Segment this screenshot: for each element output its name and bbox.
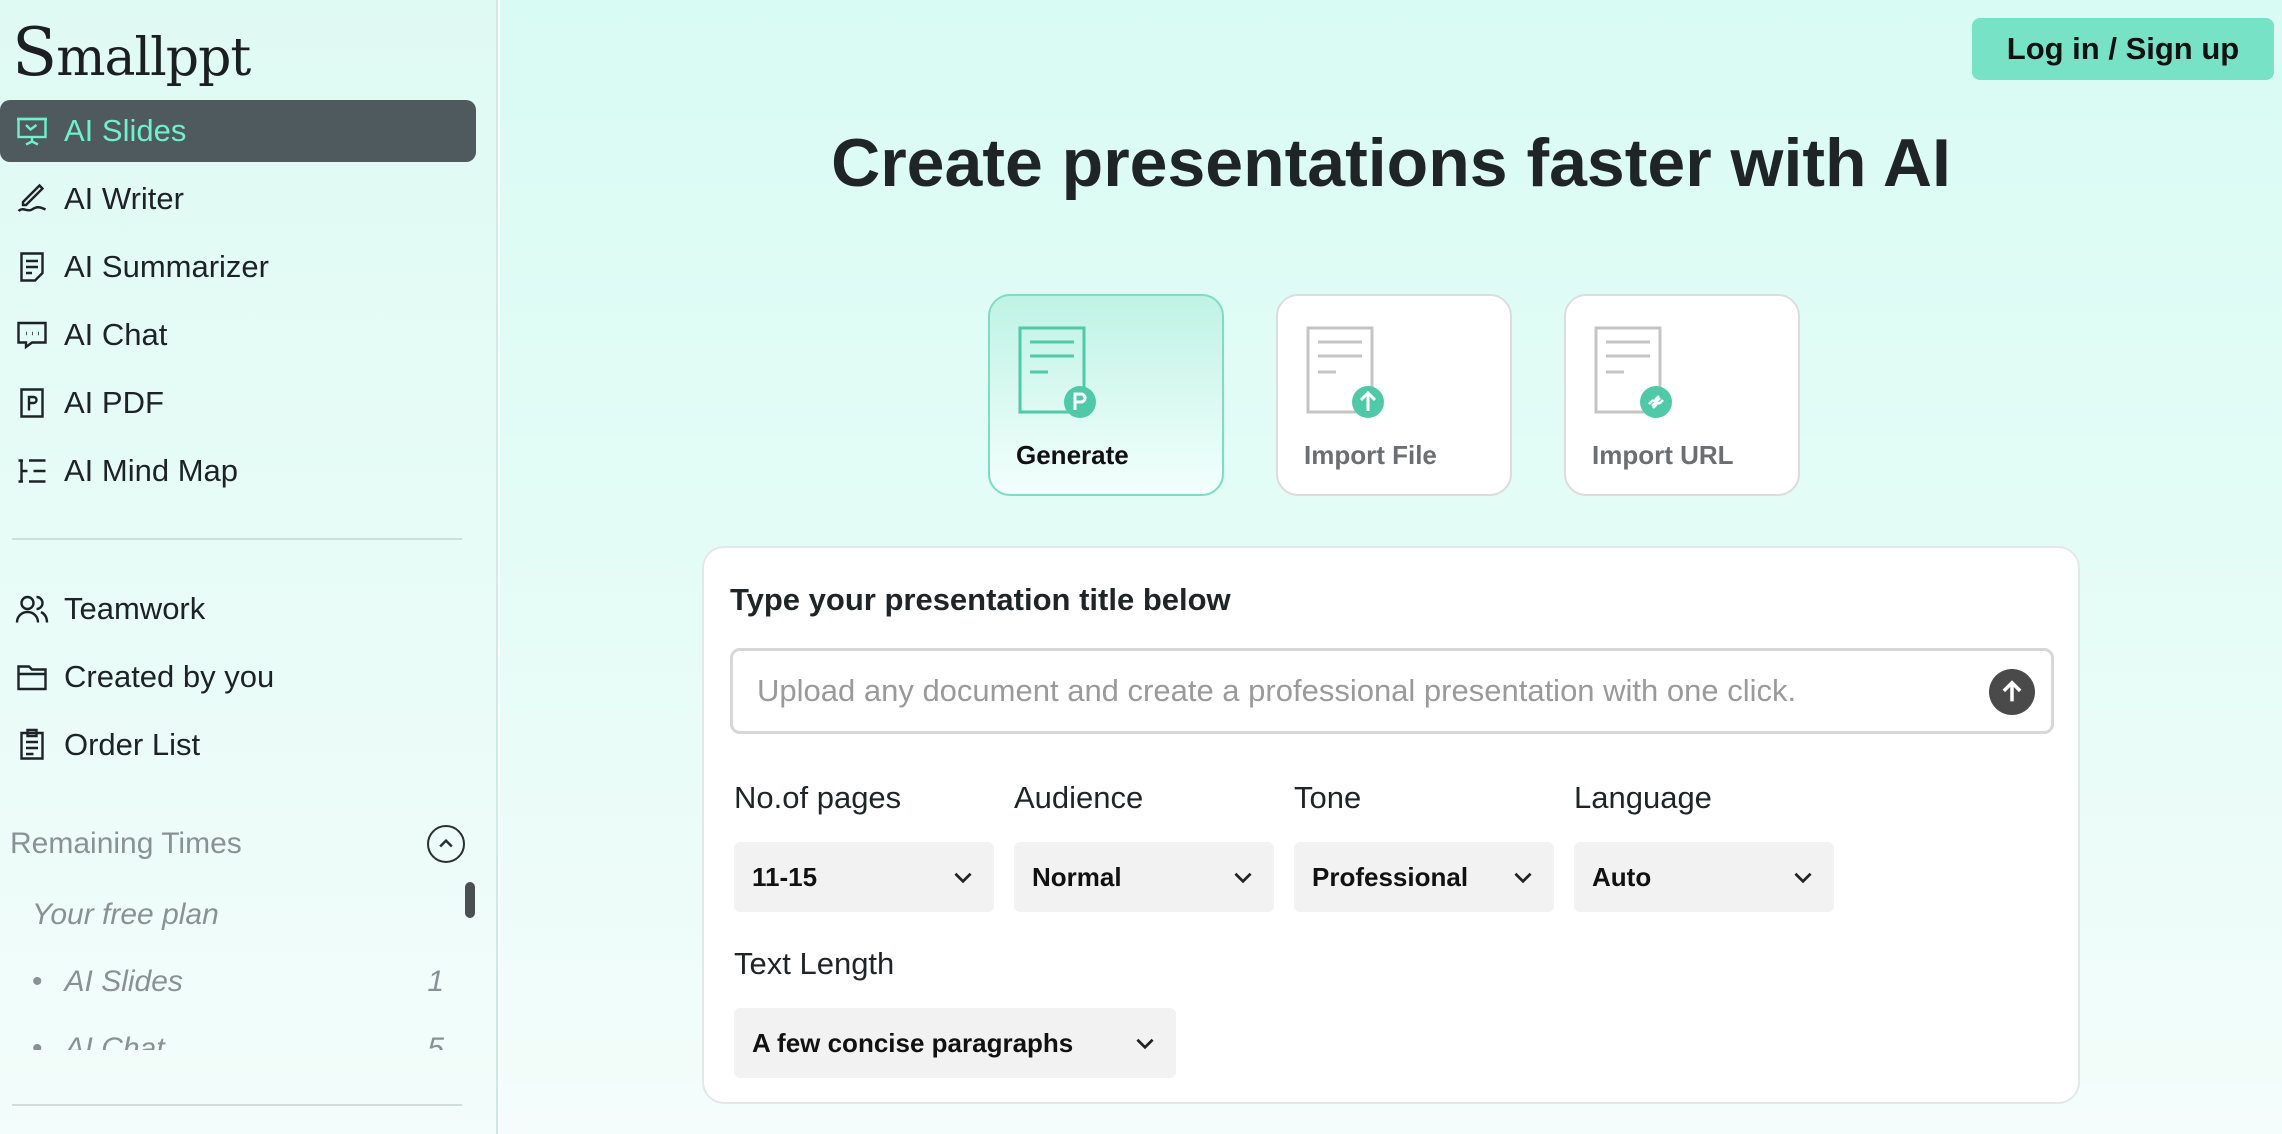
users-icon [15, 595, 49, 623]
clipboard-list-icon [20, 728, 44, 760]
chevron-down-icon [1234, 872, 1252, 884]
remaining-label: AI Chat [64, 1032, 165, 1050]
plan-title: Your free plan [32, 898, 219, 931]
sidebar-divider [12, 1104, 462, 1106]
mode-selector: Generate Import File Import URL [988, 294, 1800, 496]
mind-map-icon [18, 459, 46, 483]
chevron-down-icon [954, 872, 972, 884]
audience-select[interactable]: Normal [1014, 842, 1274, 912]
select-value: A few concise paragraphs [752, 1027, 1074, 1058]
arrow-up-icon [2002, 680, 2022, 702]
sidebar-scrollbar[interactable] [465, 882, 475, 918]
title-input[interactable] [757, 651, 1967, 731]
import-url-icon [1594, 326, 1672, 418]
select-value: Professional [1312, 861, 1469, 892]
remaining-count: 1 [427, 965, 444, 998]
tone-label: Tone [1294, 780, 1362, 815]
primary-nav: AI Slides AI Writer AI Summarizer AI Cha… [0, 100, 476, 508]
sidebar-item-label: AI PDF [64, 385, 164, 420]
pages-label: No.of pages [734, 780, 902, 815]
presentation-form: Type your presentation title below No.of… [702, 546, 2080, 1104]
mode-label: Import File [1304, 440, 1437, 470]
audience-label: Audience [1014, 780, 1144, 815]
submit-button[interactable] [1989, 669, 2035, 715]
mode-import-file[interactable]: Import File [1276, 294, 1512, 496]
page-title: Create presentations faster with AI [831, 125, 1951, 201]
sidebar-item-order-list[interactable]: Order List [0, 714, 476, 776]
sidebar-item-label: Order List [64, 727, 201, 762]
sidebar-item-label: AI Mind Map [64, 453, 239, 488]
mode-import-url[interactable]: Import URL [1564, 294, 1800, 496]
select-value: Normal [1032, 861, 1122, 892]
sidebar-item-label: AI Chat [64, 317, 168, 352]
pages-select[interactable]: 11-15 [734, 842, 994, 912]
sidebar-item-ai-slides[interactable]: AI Slides [0, 100, 476, 162]
sidebar-item-label: Created by you [64, 659, 275, 694]
language-select[interactable]: Auto [1574, 842, 1834, 912]
sidebar-item-ai-chat[interactable]: AI Chat [0, 304, 476, 366]
sidebar-item-label: AI Summarizer [64, 249, 269, 284]
mode-label: Import URL [1592, 440, 1734, 470]
secondary-nav: Teamwork Created by you Order List [0, 578, 476, 782]
sidebar-item-ai-pdf[interactable]: AI PDF [0, 372, 476, 434]
import-file-icon [1306, 326, 1384, 418]
form-heading: Type your presentation title below [730, 582, 1231, 617]
mode-label: Generate [1016, 440, 1129, 470]
sidebar-divider [12, 538, 462, 540]
tone-select[interactable]: Professional [1294, 842, 1554, 912]
remaining-count: 5 [427, 1032, 444, 1050]
main-area: Log in / Sign up Create presentations fa… [500, 0, 2282, 1134]
login-signup-button[interactable]: Log in / Sign up [1972, 18, 2274, 80]
sidebar-item-ai-writer[interactable]: AI Writer [0, 168, 476, 230]
sidebar-item-label: AI Writer [64, 181, 184, 216]
language-label: Language [1574, 780, 1712, 815]
remaining-label: AI Slides [64, 965, 183, 998]
chevron-down-icon [1794, 872, 1812, 884]
pen-writer-icon [17, 183, 47, 212]
chevron-down-icon [1514, 872, 1532, 884]
sidebar-item-created-by-you[interactable]: Created by you [0, 646, 476, 708]
mode-generate[interactable]: Generate [988, 294, 1224, 496]
chevron-up-icon[interactable] [427, 825, 465, 863]
chat-icon [17, 321, 47, 350]
remaining-times-list: Your free plan • AI Slides 1 • AI Chat 5 [0, 880, 476, 1050]
sidebar-item-ai-mind-map[interactable]: AI Mind Map [0, 440, 476, 502]
sidebar-item-teamwork[interactable]: Teamwork [0, 578, 476, 640]
select-value: 11-15 [752, 861, 818, 892]
sidebar-item-label: AI Slides [64, 113, 187, 148]
remaining-times-header[interactable]: Remaining Times [10, 820, 465, 868]
presentation-icon [17, 117, 47, 146]
select-value: Auto [1592, 861, 1652, 892]
generate-doc-icon [1018, 326, 1096, 418]
pdf-icon [20, 388, 44, 418]
list-item: • AI Slides 1 [32, 965, 444, 998]
sidebar-item-ai-summarizer[interactable]: AI Summarizer [0, 236, 476, 298]
chevron-down-icon [1136, 1038, 1154, 1050]
document-summary-icon [20, 252, 44, 282]
logo[interactable]: Smallppt [12, 14, 251, 91]
text-length-select[interactable]: A few concise paragraphs [734, 1008, 1176, 1078]
text-length-label: Text Length [734, 946, 895, 981]
folder-icon [17, 665, 47, 691]
sidebar-item-label: Teamwork [64, 591, 206, 626]
list-item: • AI Chat 5 [32, 1032, 444, 1050]
remaining-times-title: Remaining Times [10, 827, 242, 860]
prompt-box [730, 648, 2054, 734]
sidebar: Smallppt AI Slides AI Writer AI Summariz… [0, 0, 498, 1134]
